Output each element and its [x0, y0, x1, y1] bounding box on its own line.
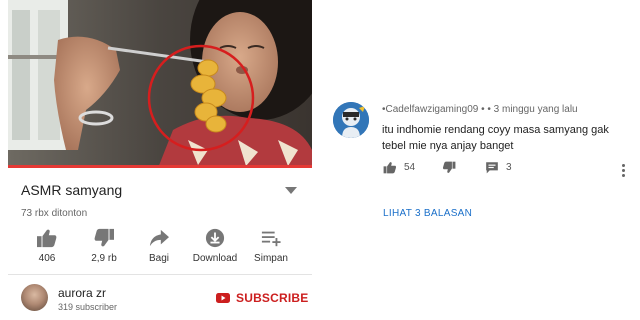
video-title: ASMR samyang [21, 182, 123, 198]
video-frame-image [8, 0, 312, 168]
video-progress-fill [8, 165, 312, 168]
comment-dislike-button[interactable] [442, 161, 456, 174]
subscribe-label: SUBSCRIBE [236, 291, 309, 305]
thumbs-down-icon [94, 228, 114, 247]
channel-name[interactable]: aurora zr [58, 286, 106, 300]
more-options-icon[interactable] [622, 164, 626, 178]
comment-meta: •Cadelfawzigaming09 • • 3 minggu yang la… [382, 104, 578, 115]
thumbs-up-icon [383, 162, 397, 174]
commenter-avatar-image [333, 102, 369, 138]
thumbs-up-icon [37, 229, 57, 248]
view-count: 73 rbx ditonton [21, 208, 88, 219]
download-label: Download [192, 253, 238, 264]
video-panel: ASMR samyang 73 rbx ditonton 406 2,9 rb … [0, 0, 312, 320]
share-button[interactable]: Bagi [131, 228, 187, 264]
expand-description-icon[interactable] [285, 187, 297, 194]
channel-avatar[interactable] [21, 284, 48, 311]
reply-comment-icon [486, 162, 498, 174]
comment-reply-button[interactable]: 3 [485, 161, 512, 174]
like-button[interactable]: 406 [19, 228, 75, 264]
download-button[interactable]: Download [187, 228, 243, 264]
video-progress-bar[interactable] [8, 165, 312, 168]
comment-text: itu indhomie rendang coyy masa samyang g… [382, 124, 609, 152]
comment-like-button[interactable]: 54 [383, 161, 415, 174]
divider [8, 274, 312, 275]
playlist-add-icon [261, 231, 281, 247]
save-button[interactable]: Simpan [243, 228, 299, 264]
share-label: Bagi [148, 253, 169, 264]
video-player[interactable] [8, 0, 312, 168]
comment-like-count: 54 [404, 162, 416, 173]
commenter-avatar[interactable] [333, 102, 369, 138]
dislike-button[interactable]: 2,9 rb [76, 228, 132, 264]
thumbs-down-icon [442, 161, 456, 173]
youtube-logo-icon [216, 293, 230, 303]
subscribe-button[interactable]: SUBSCRIBE [216, 291, 308, 305]
share-icon [149, 229, 169, 247]
save-label: Simpan [254, 253, 288, 264]
comment-panel [320, 0, 640, 320]
dislike-count: 2,9 rb [91, 253, 117, 264]
like-count: 406 [38, 253, 56, 264]
download-icon [205, 228, 225, 248]
view-replies-link[interactable]: LIHAT 3 BALASAN [383, 208, 472, 219]
reply-count: 3 [506, 162, 512, 173]
subscriber-count: 319 subscriber [58, 302, 118, 312]
